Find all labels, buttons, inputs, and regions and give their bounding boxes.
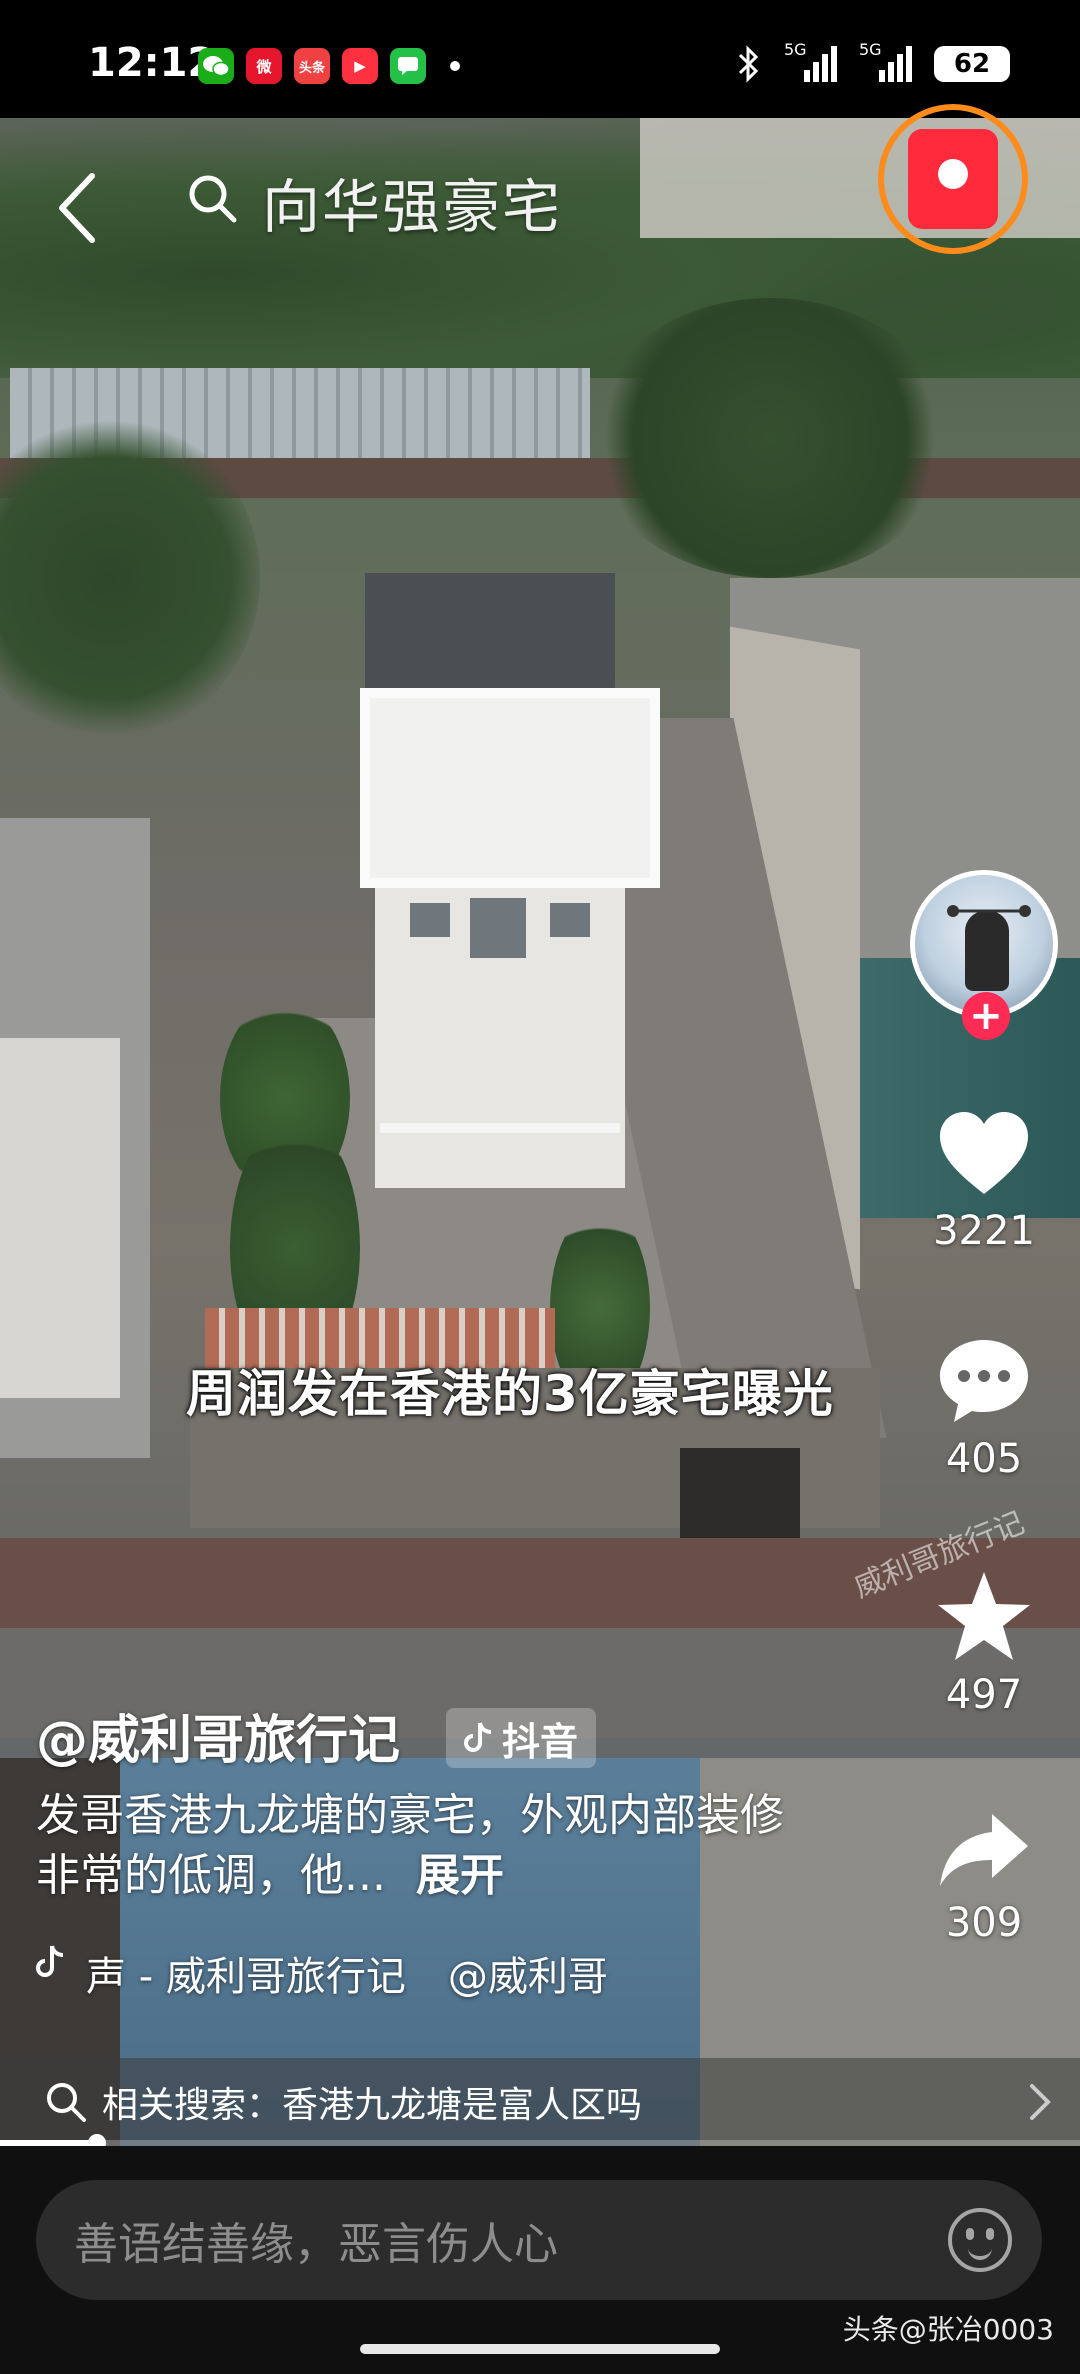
scene-left-building-wall [0, 1038, 120, 1398]
chevron-right-icon [1030, 2084, 1051, 2120]
related-search-text: 相关搜索：香港九龙塘是富人区吗 [102, 2085, 643, 2126]
search-icon[interactable] [186, 172, 242, 228]
scene-house-window [550, 903, 590, 937]
message-icon [390, 48, 426, 84]
weibo-icon: 微 [246, 48, 282, 84]
signal-icon: 5G [784, 40, 837, 82]
scene-house-window [410, 903, 450, 937]
comment-input[interactable]: 善语结善缘，恶言伤人心 [36, 2180, 1042, 2300]
scene-house-balcony [380, 1123, 620, 1193]
bluetooth-icon [738, 45, 759, 83]
network-type-label: 5G [784, 40, 807, 59]
music-note-icon [36, 1945, 64, 1977]
douyin-icon [464, 1722, 492, 1752]
red-packet-button[interactable] [878, 104, 1028, 254]
scene-house-window [470, 898, 526, 958]
author-avatar-group[interactable]: + [910, 870, 1058, 1040]
chevron-left-icon [59, 173, 95, 243]
more-notifications-dot [450, 61, 460, 71]
scene-tree [590, 298, 950, 578]
platform-tag-label: 抖音 [502, 1719, 579, 1764]
source-attribution: 头条@张冶0003 [842, 2313, 1054, 2346]
search-query[interactable]: 向华强豪宅 [262, 160, 562, 244]
signal-icon-2: 5G [859, 40, 912, 82]
status-time: 12:12 [88, 40, 216, 86]
music-title: 声 - 威利哥旅行记 [86, 1954, 406, 2000]
back-button[interactable] [52, 168, 108, 248]
network-type-label-2: 5G [859, 40, 882, 59]
system-indicators: 5G 5G 62 [736, 40, 1010, 84]
notification-icons: 微 头条 ▶ [198, 48, 460, 84]
share-button[interactable]: 309 [906, 1810, 1062, 1946]
expand-button[interactable]: 展开 [416, 1850, 504, 1901]
music-mention: @威利哥 [447, 1954, 608, 2000]
share-icon [940, 1814, 1028, 1886]
related-search-bar[interactable]: 相关搜索：香港九龙塘是富人区吗 [0, 2058, 1080, 2146]
scene-gate [680, 1448, 800, 1538]
emoji-icon[interactable] [948, 2208, 1012, 2272]
status-bar: 12:12 微 头条 ▶ 5G 5G 62 [0, 0, 1080, 118]
heart-icon [940, 1112, 1028, 1194]
star-icon [938, 1572, 1030, 1660]
comment-icon [940, 1340, 1028, 1422]
scene-house-top [360, 688, 660, 888]
share-count: 309 [945, 1900, 1023, 1946]
wechat-icon [198, 48, 234, 84]
favorite-count: 497 [945, 1672, 1023, 1718]
follow-button[interactable]: + [962, 992, 1010, 1040]
search-icon [47, 2083, 86, 2122]
video-icon: ▶ [342, 48, 378, 84]
home-indicator[interactable] [360, 2344, 720, 2354]
like-button[interactable]: 3221 [906, 1110, 1062, 1254]
author-name[interactable]: @威利哥旅行记 [36, 1698, 400, 1773]
favorite-button[interactable]: 497 [906, 1570, 1062, 1718]
comment-button[interactable]: 405 [906, 1336, 1062, 1482]
red-packet-icon [908, 129, 998, 229]
video-description[interactable]: 发哥香港九龙塘的豪宅，外观内部装修非常的低调，他... 展开 [36, 1786, 796, 1906]
scene-house-roof [365, 573, 615, 693]
toutiao-icon: 头条 [294, 48, 330, 84]
music-info[interactable]: 声 - 威利哥旅行记 @威利哥 [36, 1944, 608, 2002]
description-text: 发哥香港九龙塘的豪宅，外观内部装修非常的低调，他... [36, 1790, 784, 1901]
battery-indicator: 62 [934, 46, 1010, 82]
like-count: 3221 [933, 1208, 1035, 1254]
platform-tag: 抖音 [446, 1708, 597, 1768]
comment-count: 405 [945, 1436, 1023, 1482]
comment-placeholder: 善语结善缘，恶言伤人心 [74, 2219, 558, 2270]
video-overlay-caption: 周润发在香港的3亿豪宅曝光 [186, 1365, 834, 1423]
